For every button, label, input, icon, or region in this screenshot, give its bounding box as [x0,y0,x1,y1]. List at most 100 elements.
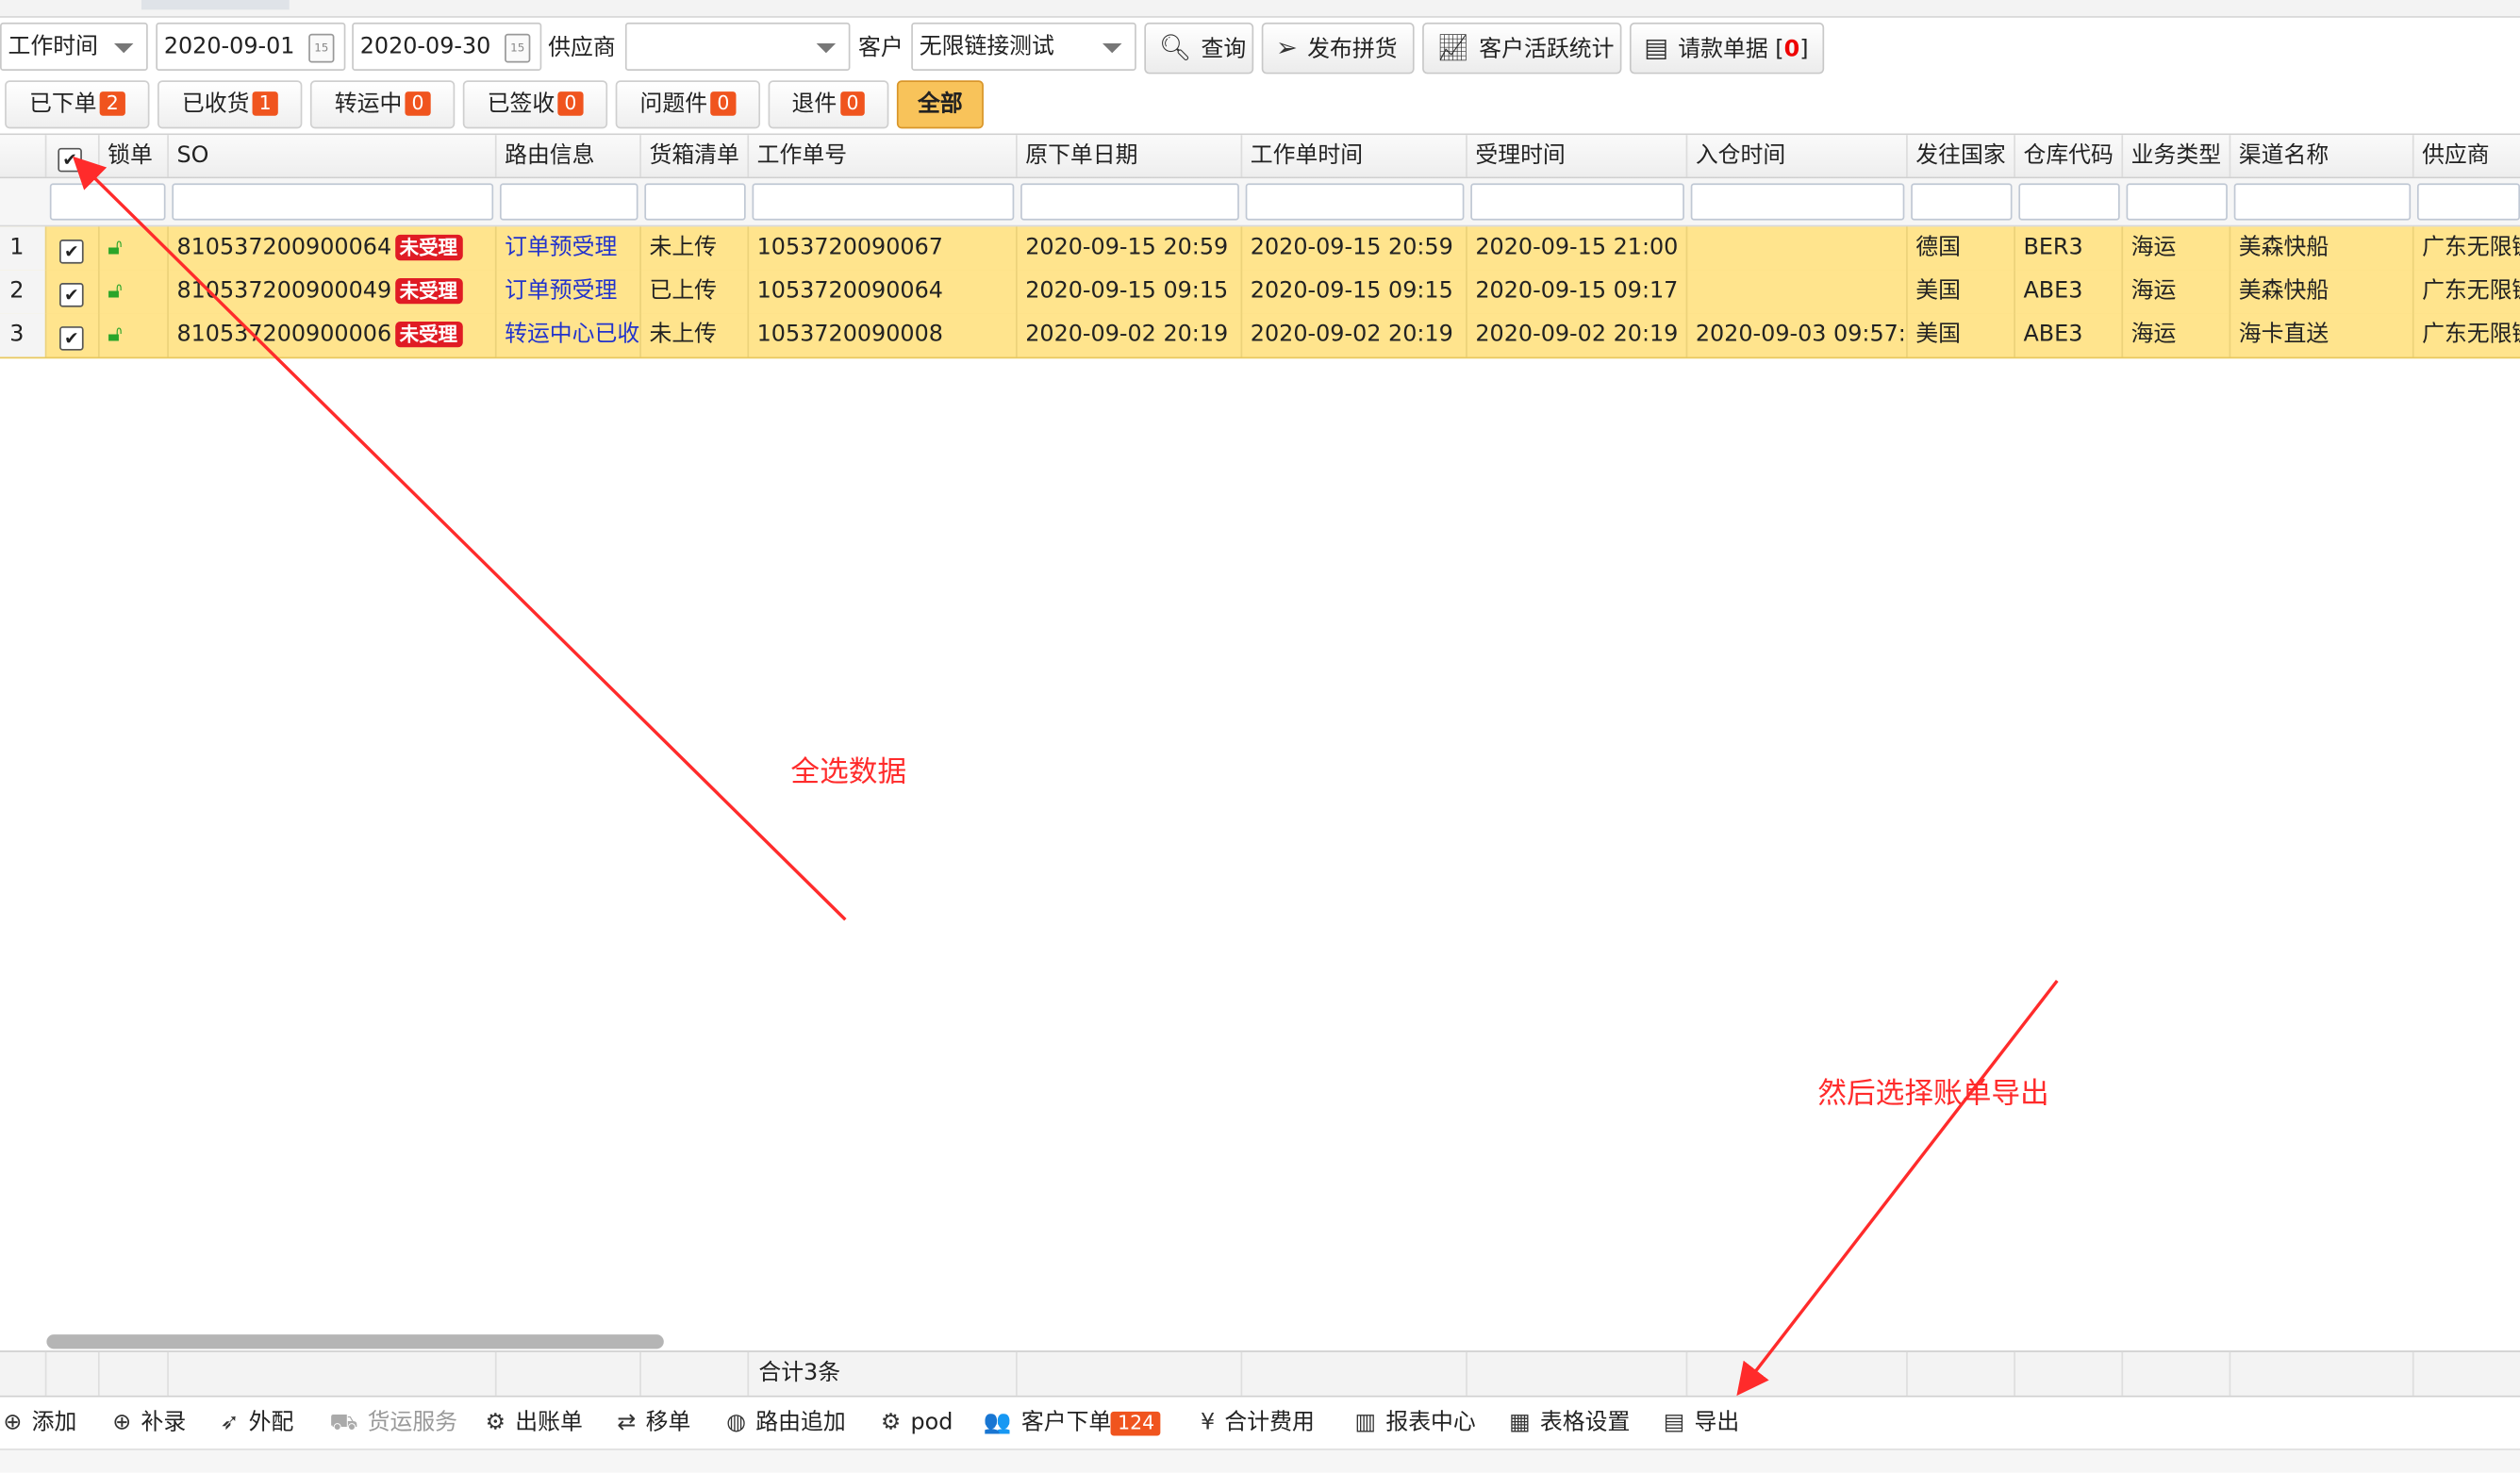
row-checkbox-cell[interactable]: ✔ [46,226,100,271]
line-chart-icon: 📈︎ [1436,32,1470,63]
filter-input-route[interactable] [499,183,638,221]
row-checkbox[interactable]: ✔ [59,240,84,264]
col-header-accept-time[interactable]: 受理时间 [1467,135,1688,177]
footer-cell [46,1351,100,1396]
add-button[interactable]: ⊕ 添加 [3,1398,76,1449]
route-link[interactable]: 订单预受理 [497,226,641,271]
footer-cell [1242,1351,1467,1396]
col-header-country[interactable]: 发往国家 [1908,135,2015,177]
table-row[interactable]: 2 ✔ 🔓︎ 810537200900049 未受理 订单预受理 已上传 1053… [0,270,2520,316]
customer-stats-button[interactable]: 📈︎ 客户活跃统计 [1422,22,1622,74]
col-header-route[interactable]: 路由信息 [497,135,641,177]
pod-button[interactable]: ⚙ pod [881,1398,953,1449]
route-link[interactable]: 订单预受理 [497,270,641,314]
accept-time-cell: 2020-09-15 21:00 [1467,226,1688,271]
tab-in-transit[interactable]: 转运中 0 [309,80,456,129]
filter-input-work-no[interactable] [752,183,1015,221]
plus-circle-icon: ⊕ [112,1410,132,1436]
col-header-work-no[interactable]: 工作单号 [749,135,1018,177]
time-type-select[interactable]: 工作时间 [0,22,148,72]
calendar-icon[interactable]: 15 [308,33,335,63]
col-header-order-date[interactable]: 原下单日期 [1018,135,1243,177]
col-header-biz-type[interactable]: 业务类型 [2123,135,2231,177]
col-header-in-time[interactable]: 入仓时间 [1687,135,1908,177]
report-center-button[interactable]: ▥ 报表中心 [1355,1398,1476,1449]
paper-plane-icon: ➢ [1276,32,1298,63]
filter-input-channel[interactable] [2233,183,2412,221]
lock-cell[interactable]: 🔓︎ [100,226,169,271]
export-label: 导出 [1694,1410,1740,1436]
lock-cell[interactable]: 🔓︎ [100,270,169,314]
billing-button[interactable]: ⚙ 出账单 [486,1398,583,1449]
top-tab-strip [0,0,2520,18]
tab-received[interactable]: 已收货 1 [158,80,303,129]
calendar-icon[interactable]: 15 [505,33,531,63]
footer-cell [1018,1351,1243,1396]
row-number: 3 [0,313,47,357]
filter-input-box[interactable] [644,183,746,221]
tab-problem[interactable]: 问题件 0 [615,80,761,129]
query-label: 查询 [1201,37,1247,63]
outsource-button[interactable]: ➶ 外配 [220,1398,293,1449]
row-checkbox-cell[interactable]: ✔ [46,270,100,314]
active-page-tab[interactable] [141,0,290,10]
row-checkbox[interactable]: ✔ [59,283,84,307]
row-number-header [0,135,47,177]
users-icon: 👥 [983,1410,1012,1436]
route-link[interactable]: 转运中心已收 [497,313,641,357]
tab-ordered[interactable]: 已下单 2 [5,80,150,129]
tab-label: 已下单 [28,91,97,118]
filter-input-order-date[interactable] [1020,183,1239,221]
col-header-box-list[interactable]: 货箱清单 [641,135,750,177]
query-button[interactable]: 🔍︎ 查询 [1144,22,1254,74]
unlock-icon[interactable]: 🔓︎ [108,322,122,347]
customer-select[interactable]: 无限链接测试 [911,22,1136,72]
row-checkbox-cell[interactable]: ✔ [46,313,100,357]
payment-docs-button[interactable]: ▤ 请款单据 [0] [1629,22,1825,74]
col-header-work-time[interactable]: 工作单时间 [1242,135,1467,177]
truck-icon: ⛟ [329,1410,358,1436]
col-header-lock[interactable]: 锁单 [100,135,169,177]
filter-input[interactable] [49,183,166,221]
filter-input-so[interactable] [172,183,494,221]
export-button[interactable]: ▤ 导出 [1664,1398,1739,1449]
filter-input-in-time[interactable] [1690,183,1905,221]
col-header-supplier[interactable]: 供应商 [2414,135,2520,176]
unlock-icon[interactable]: 🔓︎ [108,278,122,304]
tab-returned[interactable]: 退件 0 [768,80,889,129]
route-append-button[interactable]: ◍ 路由追加 [726,1398,845,1449]
col-header-warehouse[interactable]: 仓库代码 [2015,135,2124,177]
publish-button[interactable]: ➢ 发布拼货 [1261,22,1415,74]
move-order-button[interactable]: ⇄ 移单 [617,1398,690,1449]
chevron-down-icon [113,43,134,54]
billing-label: 出账单 [515,1410,583,1436]
unlock-icon[interactable]: 🔓︎ [108,235,122,260]
table-row[interactable]: 1 ✔ 🔓︎ 810537200900064 未受理 订单预受理 未上传 1053… [0,226,2520,273]
supplement-button[interactable]: ⊕ 补录 [112,1398,186,1449]
select-all-checkbox-cell[interactable]: ✔ [46,135,100,177]
tab-all[interactable]: 全部 [896,80,984,129]
filter-input-country[interactable] [1911,183,2013,221]
row-number: 2 [0,270,47,314]
freight-service-button[interactable]: ⛟ 货运服务 [329,1398,457,1449]
table-row[interactable]: 3 ✔ 🔓︎ 810537200900006 未受理 转运中心已收 未上传 105… [0,313,2520,359]
customer-order-button[interactable]: 👥 客户下单 124 [984,1398,1161,1449]
filter-input-biz[interactable] [2126,183,2228,221]
date-to-input[interactable]: 2020-09-30 15 [352,22,542,72]
filter-input-accept-time[interactable] [1470,183,1684,221]
col-header-so[interactable]: SO [169,135,497,177]
select-all-checkbox[interactable]: ✔ [58,147,82,173]
row-checkbox[interactable]: ✔ [59,326,84,351]
col-header-channel[interactable]: 渠道名称 [2230,135,2414,177]
table-settings-button[interactable]: ▦ 表格设置 [1509,1398,1630,1449]
lock-cell[interactable]: 🔓︎ [100,313,169,357]
filter-input-supplier[interactable] [2416,183,2520,221]
horizontal-scrollbar[interactable] [46,1334,664,1349]
filter-input-warehouse[interactable] [2018,183,2120,221]
total-fee-button[interactable]: ¥ 合计费用 [1201,1398,1315,1449]
supplier-select[interactable] [624,22,851,72]
filter-input-work-time[interactable] [1245,183,1465,221]
tab-signed[interactable]: 已签收 0 [462,80,608,129]
date-from-input[interactable]: 2020-09-01 15 [156,22,346,72]
warehouse-cell: ABE3 [2015,313,2124,357]
